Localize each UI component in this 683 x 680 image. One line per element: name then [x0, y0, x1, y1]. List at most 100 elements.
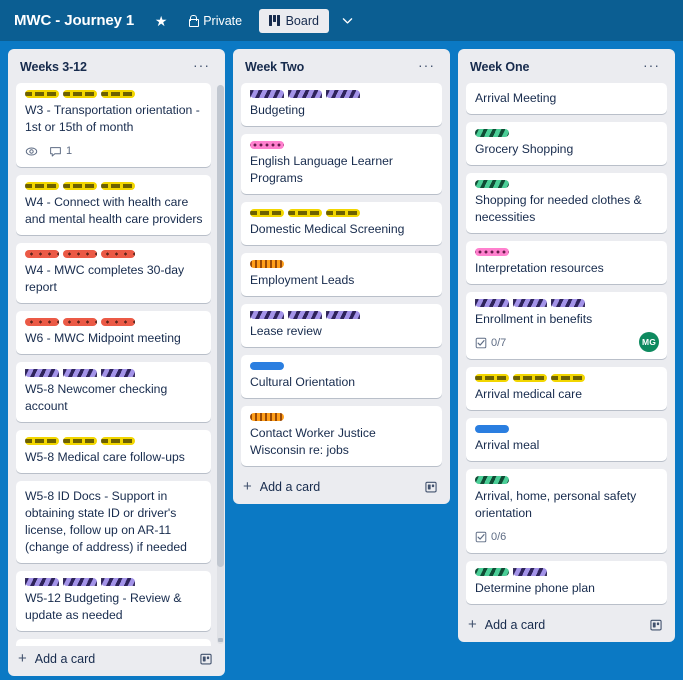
card-template-icon[interactable]	[649, 618, 663, 632]
label-orange[interactable]	[250, 260, 284, 268]
list-scrollbar[interactable]	[217, 85, 224, 644]
board-view-button[interactable]: Board	[259, 8, 329, 33]
card[interactable]: Arrival meal	[466, 418, 667, 461]
card[interactable]: Arrival medical care	[466, 367, 667, 410]
card-template-icon[interactable]	[424, 480, 438, 494]
chevron-down-icon[interactable]	[337, 10, 359, 32]
card[interactable]: W4 - MWC completes 30-day report	[16, 243, 211, 303]
card[interactable]: W4 - Connect with health care and mental…	[16, 175, 211, 235]
add-card-button[interactable]: + Add a card	[468, 617, 545, 632]
label-red[interactable]	[101, 250, 135, 258]
card[interactable]: Arrival Meeting	[466, 83, 667, 114]
label-yellow[interactable]	[326, 209, 360, 217]
card-title: W4 - MWC completes 30-day report	[25, 263, 185, 294]
label-yellow[interactable]	[63, 90, 97, 98]
label-purple[interactable]	[101, 369, 135, 377]
card[interactable]: W5-8 Medical care follow-ups	[16, 430, 211, 473]
card[interactable]: Employment Leads	[241, 253, 442, 296]
label-red[interactable]	[63, 318, 97, 326]
card-title: Arrival, home, personal safety orientati…	[475, 489, 637, 520]
label-yellow[interactable]	[475, 374, 509, 382]
label-yellow[interactable]	[551, 374, 585, 382]
label-purple[interactable]	[513, 568, 547, 576]
label-red[interactable]	[25, 250, 59, 258]
label-blue[interactable]	[475, 425, 509, 433]
avatar[interactable]: MG	[639, 332, 659, 352]
card[interactable]: Shopping for needed clothes & necessitie…	[466, 173, 667, 233]
label-red[interactable]	[63, 250, 97, 258]
list-title[interactable]: Week Two	[245, 60, 304, 74]
card[interactable]: English Language Learner Programs	[241, 134, 442, 194]
card-list[interactable]: W3 - Transportation orientation - 1st or…	[8, 83, 225, 646]
star-icon[interactable]: ★	[148, 8, 174, 34]
label-purple[interactable]	[250, 90, 284, 98]
card[interactable]: Domestic Medical Screening	[241, 202, 442, 245]
card[interactable]: Determine phone plan	[466, 561, 667, 604]
label-purple[interactable]	[288, 311, 322, 319]
card-labels	[250, 362, 434, 370]
label-purple[interactable]	[551, 299, 585, 307]
card[interactable]: Grocery Shopping	[466, 122, 667, 165]
visibility-button[interactable]: Private	[180, 10, 249, 32]
label-purple[interactable]	[101, 578, 135, 586]
card[interactable]: Lease review	[241, 304, 442, 347]
card[interactable]: Contact Worker Justice Wisconsin re: job…	[241, 406, 442, 466]
label-yellow[interactable]	[288, 209, 322, 217]
label-yellow[interactable]	[63, 182, 97, 190]
label-yellow[interactable]	[513, 374, 547, 382]
scroll-down-arrow[interactable]	[218, 638, 223, 642]
list-menu-icon[interactable]: ···	[413, 58, 440, 75]
label-purple[interactable]	[25, 578, 59, 586]
label-red[interactable]	[25, 318, 59, 326]
label-purple[interactable]	[513, 299, 547, 307]
label-purple[interactable]	[326, 90, 360, 98]
card[interactable]: W5-12 Budgeting - Review & update as nee…	[16, 571, 211, 631]
label-purple[interactable]	[25, 369, 59, 377]
card-template-icon[interactable]	[199, 652, 213, 666]
label-yellow[interactable]	[101, 437, 135, 445]
card-title: W6 - MWC Midpoint meeting	[25, 331, 181, 345]
label-orange[interactable]	[250, 413, 284, 421]
label-blue[interactable]	[250, 362, 284, 370]
label-green[interactable]	[475, 180, 509, 188]
card[interactable]: Interpretation resources	[466, 241, 667, 284]
label-purple[interactable]	[63, 578, 97, 586]
label-yellow[interactable]	[25, 182, 59, 190]
card[interactable]: W5-8 Newcomer checking account	[16, 362, 211, 422]
add-card-button[interactable]: + Add a card	[18, 651, 95, 666]
board-title: MWC - Journey 1	[14, 12, 135, 29]
label-purple[interactable]	[63, 369, 97, 377]
label-purple[interactable]	[250, 311, 284, 319]
add-card-button[interactable]: + Add a card	[243, 479, 320, 494]
card[interactable]: W3 - Transportation orientation - 1st or…	[16, 83, 211, 167]
card[interactable]: Budgeting	[241, 83, 442, 126]
list-menu-icon[interactable]: ···	[188, 58, 215, 75]
list-title[interactable]: Week One	[470, 60, 530, 74]
label-yellow[interactable]	[101, 90, 135, 98]
card[interactable]: W6 - MWC Midpoint meeting	[16, 311, 211, 354]
label-red[interactable]	[101, 318, 135, 326]
card[interactable]: W5-12 Employment apps continue	[16, 639, 211, 646]
label-purple[interactable]	[288, 90, 322, 98]
card-list[interactable]: Budgeting English Language Learner Progra…	[233, 83, 450, 474]
label-yellow[interactable]	[25, 90, 59, 98]
label-green[interactable]	[475, 476, 509, 484]
card[interactable]: Cultural Orientation	[241, 355, 442, 398]
card[interactable]: Arrival, home, personal safety orientati…	[466, 469, 667, 553]
label-pink[interactable]	[250, 141, 284, 149]
label-pink[interactable]	[475, 248, 509, 256]
label-green[interactable]	[475, 129, 509, 137]
card-list[interactable]: Arrival Meeting Grocery Shopping Shopping …	[458, 83, 675, 612]
label-yellow[interactable]	[25, 437, 59, 445]
label-purple[interactable]	[475, 299, 509, 307]
label-yellow[interactable]	[250, 209, 284, 217]
label-green[interactable]	[475, 568, 509, 576]
label-yellow[interactable]	[63, 437, 97, 445]
label-purple[interactable]	[326, 311, 360, 319]
scrollbar-thumb[interactable]	[217, 85, 224, 567]
list-title[interactable]: Weeks 3-12	[20, 60, 87, 74]
list-menu-icon[interactable]: ···	[638, 58, 665, 75]
label-yellow[interactable]	[101, 182, 135, 190]
card[interactable]: W5-8 ID Docs - Support in obtaining stat…	[16, 481, 211, 563]
card[interactable]: Enrollment in benefits 0/7 MG	[466, 292, 667, 359]
